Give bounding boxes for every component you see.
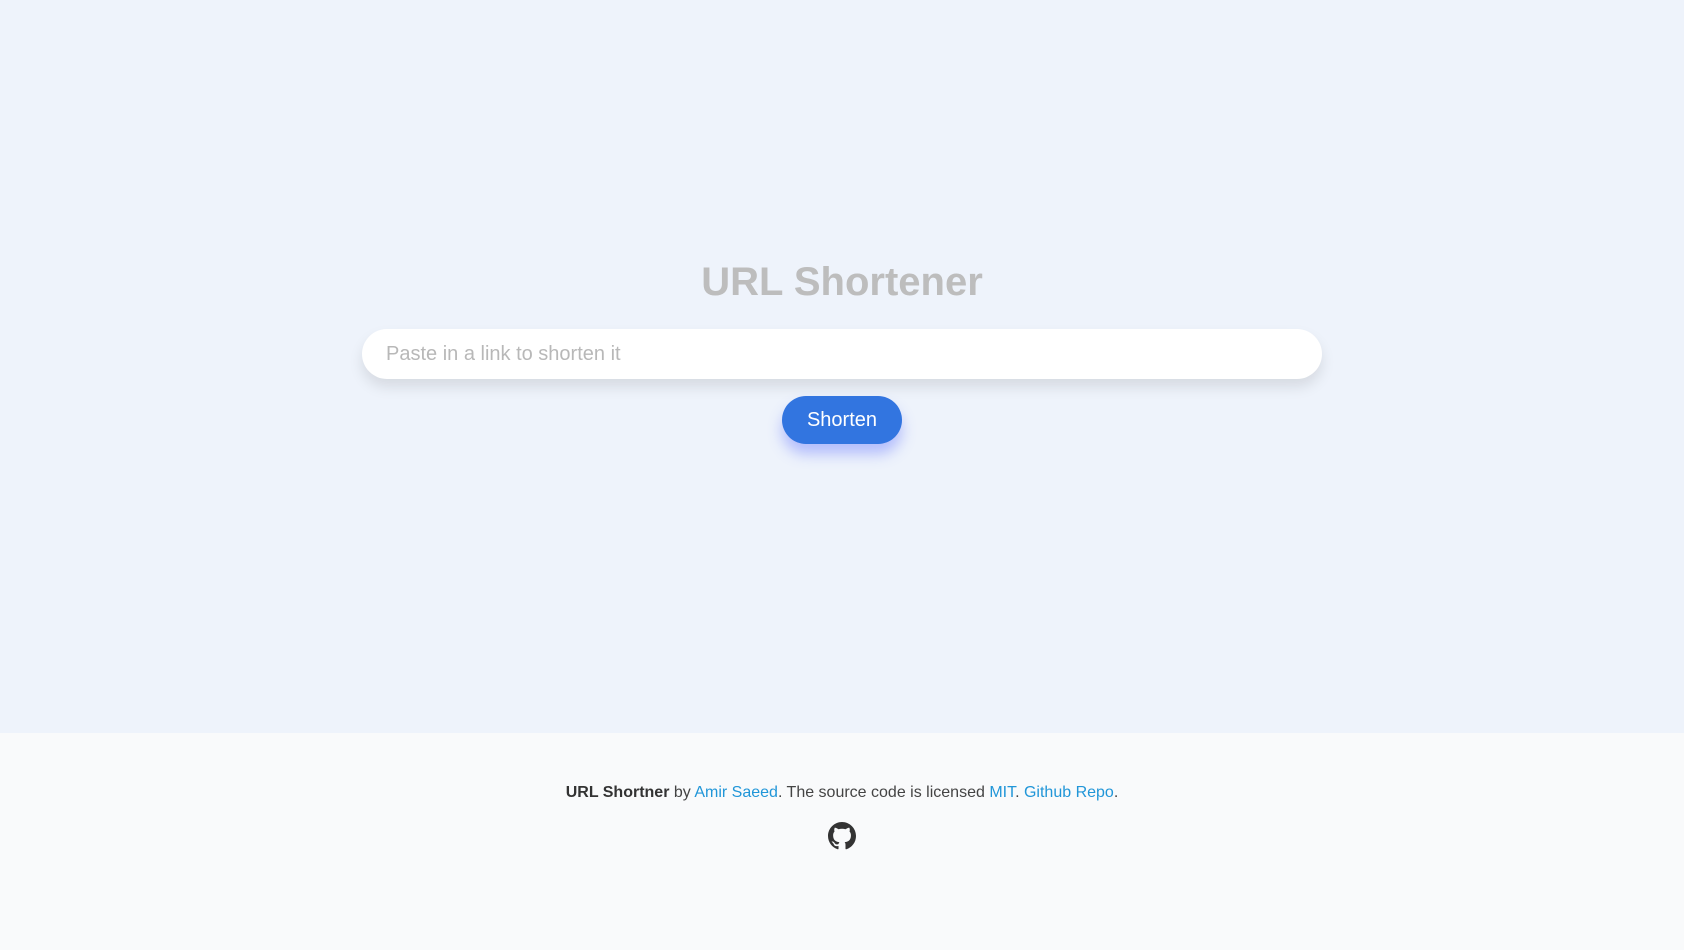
footer-separator: .	[1015, 784, 1024, 801]
github-icon[interactable]	[828, 822, 856, 850]
footer-app-name: URL Shortner	[565, 784, 670, 801]
footer-license-text: . The source code is licensed	[777, 784, 990, 801]
footer: URL Shortner by Amir Saeed. The source c…	[0, 733, 1684, 950]
url-input[interactable]	[362, 329, 1322, 379]
footer-end: .	[1113, 784, 1119, 801]
shorten-button[interactable]: Shorten	[782, 396, 902, 444]
hero-section: URL Shortener Shorten	[0, 0, 1684, 733]
author-link[interactable]: Amir Saeed	[694, 784, 778, 801]
page-title: URL Shortener	[701, 260, 983, 304]
license-link[interactable]: MIT	[989, 784, 1015, 801]
footer-by-text: by	[669, 784, 695, 801]
github-repo-link[interactable]: Github Repo	[1024, 784, 1114, 801]
footer-credits: URL Shortner by Amir Saeed. The source c…	[0, 781, 1684, 805]
